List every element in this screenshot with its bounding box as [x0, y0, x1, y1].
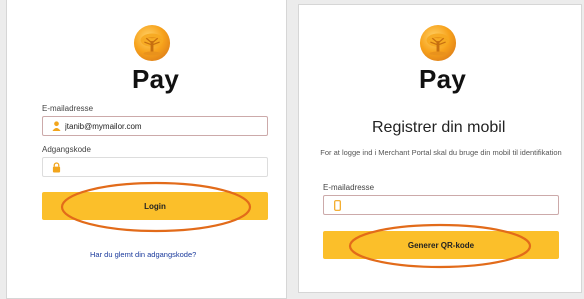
email-label: E-mailadresse [42, 104, 94, 113]
email-input[interactable] [65, 121, 267, 131]
forgot-password-link[interactable]: Har du glemt din adgangskode? [90, 250, 196, 259]
login-panel: Pay E-mailadresse Adgangskode Login Har … [6, 0, 287, 299]
phone-icon [332, 199, 342, 211]
tree-coin-logo-icon [419, 24, 457, 62]
user-icon [51, 120, 61, 132]
register-mobile-panel: Pay Registrer din mobil For at logge ind… [298, 4, 582, 293]
login-button[interactable]: Login [42, 192, 268, 220]
password-field[interactable] [42, 157, 268, 177]
email-field[interactable] [323, 195, 559, 215]
lock-icon [51, 161, 61, 173]
generate-qr-button[interactable]: Generer QR-kode [323, 231, 559, 259]
brand-name: Pay [132, 64, 180, 94]
password-label: Adgangskode [42, 145, 91, 154]
email-field[interactable] [42, 116, 268, 136]
email-label: E-mailadresse [323, 183, 375, 192]
brand-name: Pay [419, 64, 467, 94]
email-input[interactable] [346, 200, 558, 210]
register-description: For at logge ind i Merchant Portal skal … [320, 148, 562, 157]
register-heading: Registrer din mobil [372, 119, 506, 136]
tree-coin-logo-icon [133, 24, 171, 62]
password-input[interactable] [65, 162, 267, 172]
